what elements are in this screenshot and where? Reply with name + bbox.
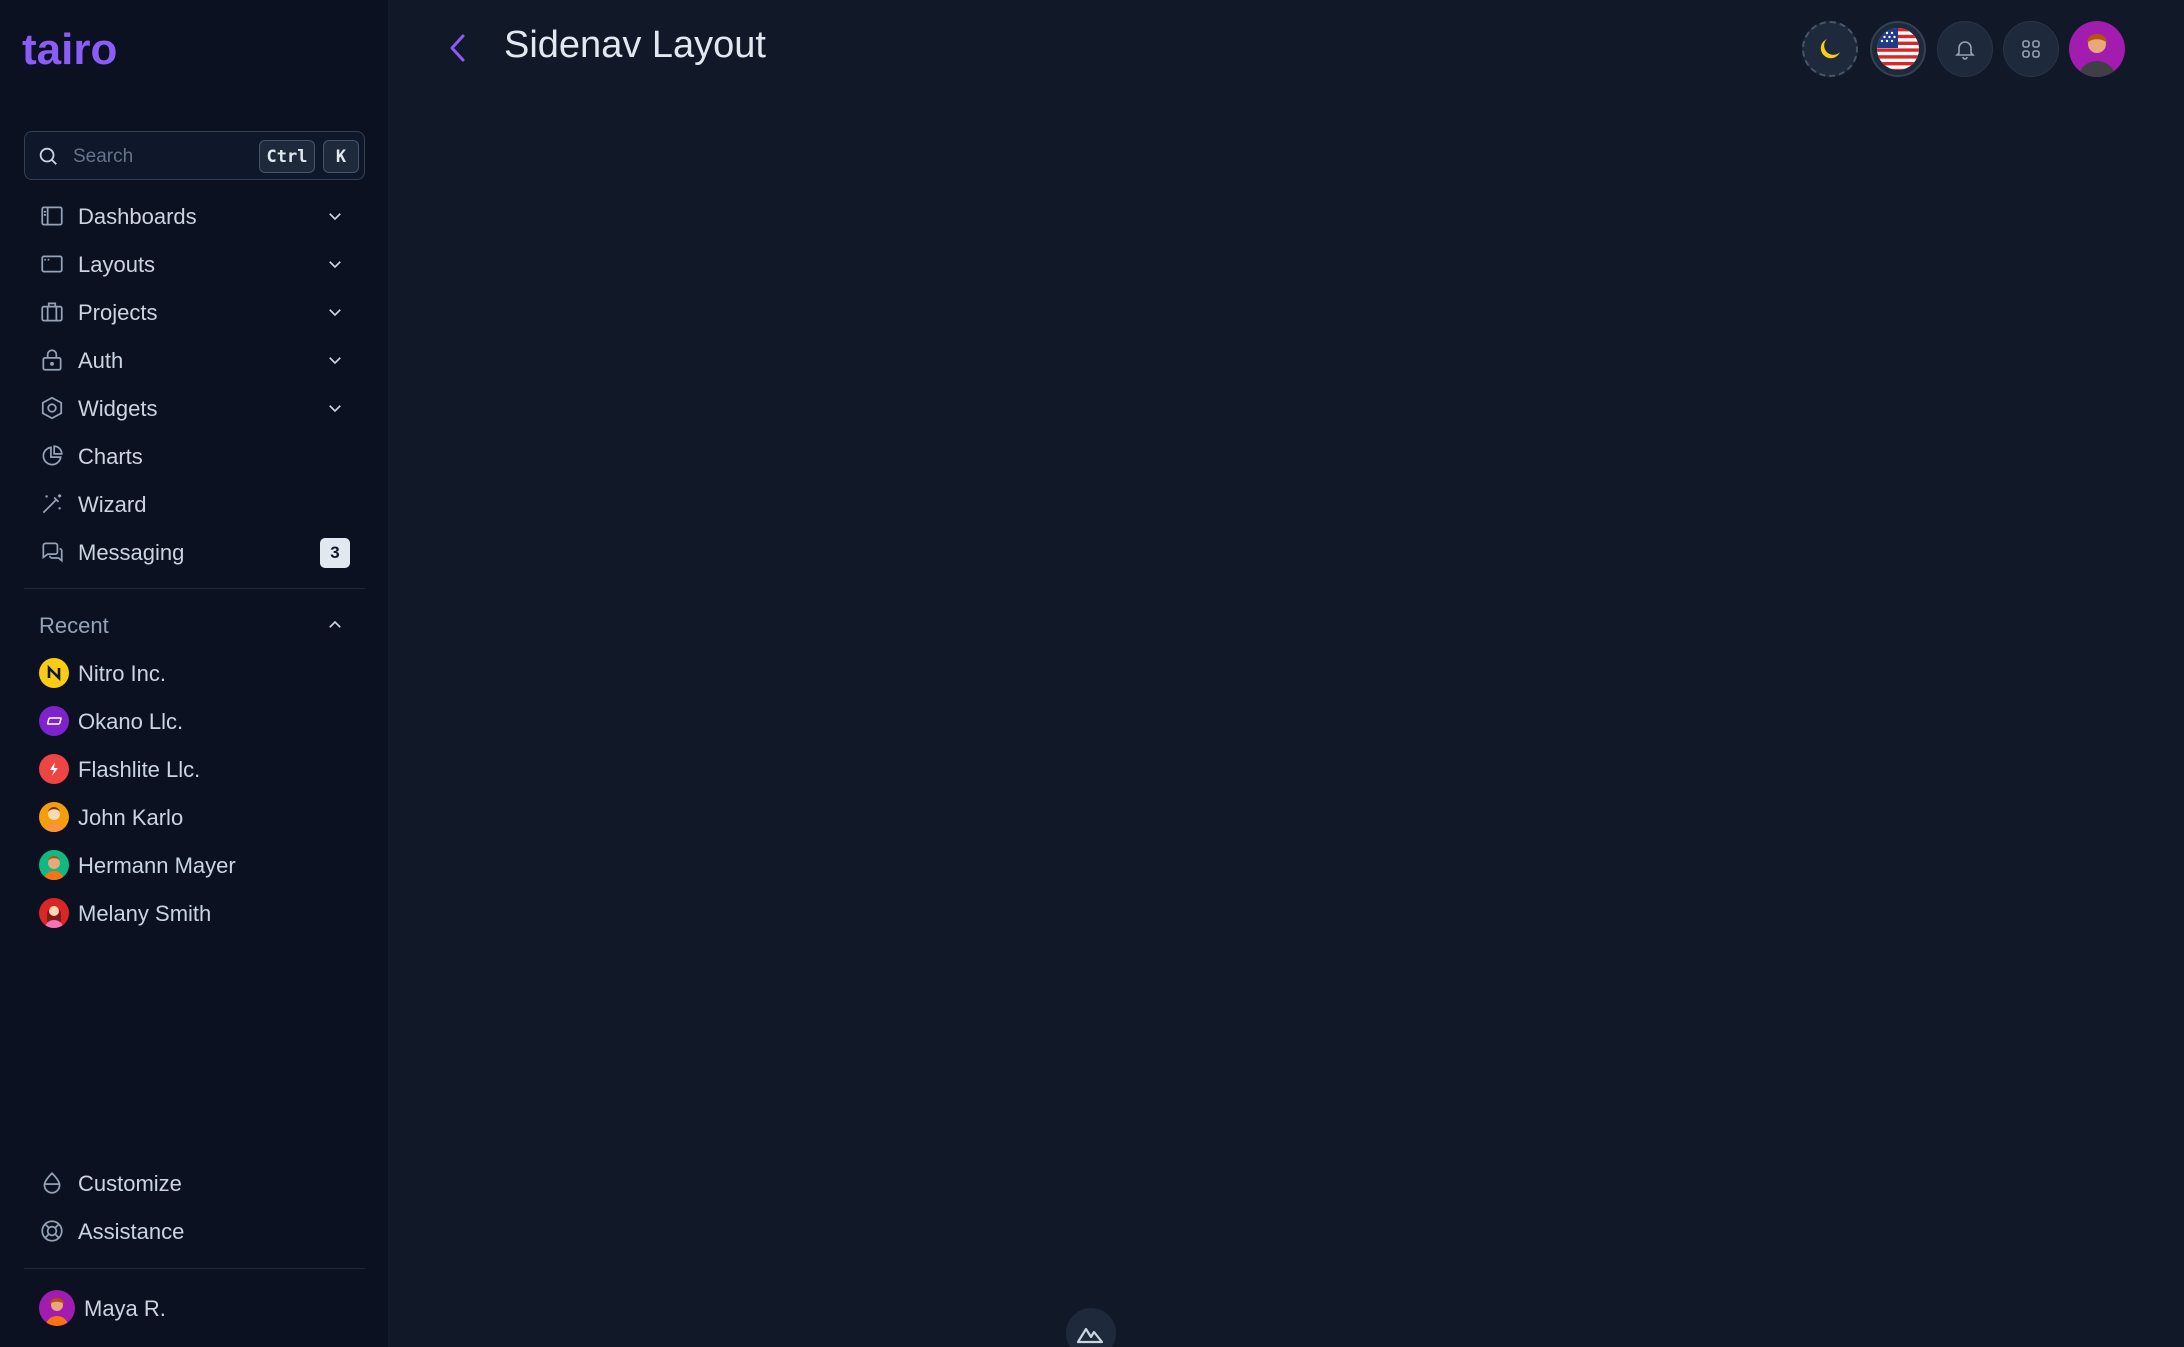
tairo-logo[interactable]: tairo: [22, 22, 142, 74]
user-name: Maya R.: [84, 1296, 166, 1321]
divider: [24, 588, 365, 589]
nav-label: Wizard: [78, 492, 147, 517]
page-title: Sidenav Layout: [504, 24, 766, 66]
chevron-down-icon: [326, 399, 344, 417]
nuxt-devtools-button[interactable]: [1066, 1308, 1116, 1347]
recent-label: Okano Llc.: [78, 709, 184, 734]
language-selector-button[interactable]: [1870, 21, 1926, 77]
user-account-row[interactable]: Maya R.: [24, 1284, 365, 1330]
nav-item-messaging[interactable]: Messaging 3: [24, 529, 365, 573]
nitro-logo-avatar: [39, 658, 69, 688]
message-count-badge: 3: [320, 538, 350, 568]
recent-item-john-karlo[interactable]: John Karlo: [24, 794, 365, 838]
john-karlo-avatar: [39, 802, 69, 832]
nav-item-projects[interactable]: Projects: [24, 289, 365, 333]
recent-label: John Karlo: [78, 805, 184, 830]
recent-item-okano[interactable]: Okano Llc.: [24, 698, 365, 742]
shortcut-ctrl-key: Ctrl: [259, 140, 315, 173]
nav-item-dashboards[interactable]: Dashboards: [24, 193, 365, 237]
recent-item-melany-smith[interactable]: Melany Smith: [24, 890, 365, 934]
nav-label: Auth: [78, 348, 124, 373]
chevron-up-icon: [326, 616, 344, 634]
profile-avatar-button[interactable]: [2069, 21, 2125, 77]
nav-item-assistance[interactable]: Assistance: [24, 1208, 365, 1252]
shortcut-k-key: K: [323, 140, 359, 173]
nav-label: Projects: [78, 300, 158, 325]
chevron-down-icon: [326, 255, 344, 273]
nav-item-auth[interactable]: Auth: [24, 337, 365, 381]
recent-label: Hermann Mayer: [78, 853, 236, 878]
magic-wand-icon: [39, 491, 65, 517]
window-icon: [39, 251, 65, 277]
nav-item-customize[interactable]: Customize: [24, 1160, 365, 1204]
search-placeholder: Search: [73, 146, 134, 167]
melany-smith-avatar: [39, 898, 69, 928]
nav-item-wizard[interactable]: Wizard: [24, 481, 365, 525]
recent-title: Recent: [39, 613, 109, 638]
recent-label: Flashlite Llc.: [78, 757, 201, 782]
chat-icon: [39, 539, 65, 565]
recent-label: Melany Smith: [78, 901, 212, 926]
notifications-button[interactable]: [1937, 21, 1993, 77]
apps-menu-button[interactable]: [2003, 21, 2059, 77]
recent-label: Nitro Inc.: [78, 661, 167, 686]
chevron-down-icon: [326, 351, 344, 369]
collapse-sidebar-button[interactable]: [440, 28, 476, 68]
briefcase-icon: [39, 299, 65, 325]
app-root: tairo Search Ctrl K Dashboards Layouts P…: [0, 0, 2184, 1347]
svg-text:tairo: tairo: [22, 25, 117, 72]
nav-item-charts[interactable]: Charts: [24, 433, 365, 477]
sidebar: tairo Search Ctrl K Dashboards Layouts P…: [0, 0, 389, 1347]
nav-label: Customize: [78, 1171, 182, 1196]
nav-label: Charts: [78, 444, 143, 469]
lifebuoy-icon: [39, 1218, 65, 1244]
user-avatar: [39, 1290, 75, 1326]
okano-logo-avatar: [39, 706, 69, 736]
flashlite-logo-avatar: [39, 754, 69, 784]
nav-label: Widgets: [78, 396, 158, 421]
lock-icon: [39, 347, 65, 373]
pie-chart-icon: [39, 443, 65, 469]
nav-label: Layouts: [78, 252, 156, 277]
divider: [24, 1268, 365, 1269]
drop-icon: [39, 1170, 65, 1196]
nav-label: Assistance: [78, 1219, 185, 1244]
search-icon: [37, 145, 59, 167]
hermann-mayer-avatar: [39, 850, 69, 880]
search-input[interactable]: Search Ctrl K: [24, 131, 365, 180]
chevron-down-icon: [326, 207, 344, 225]
hexagon-icon: [39, 395, 65, 421]
recent-item-flashlite[interactable]: Flashlite Llc.: [24, 746, 365, 790]
nav-item-widgets[interactable]: Widgets: [24, 385, 365, 429]
chevron-down-icon: [326, 303, 344, 321]
nav-label: Dashboards: [78, 204, 197, 229]
sidebar-layout-icon: [39, 203, 65, 229]
recent-item-hermann-mayer[interactable]: Hermann Mayer: [24, 842, 365, 886]
nav-item-layouts[interactable]: Layouts: [24, 241, 365, 285]
nav-label: Messaging: [78, 540, 185, 565]
recent-item-nitro[interactable]: Nitro Inc.: [24, 650, 365, 694]
recent-section-toggle[interactable]: Recent: [24, 602, 365, 646]
theme-toggle-button[interactable]: [1802, 21, 1858, 77]
